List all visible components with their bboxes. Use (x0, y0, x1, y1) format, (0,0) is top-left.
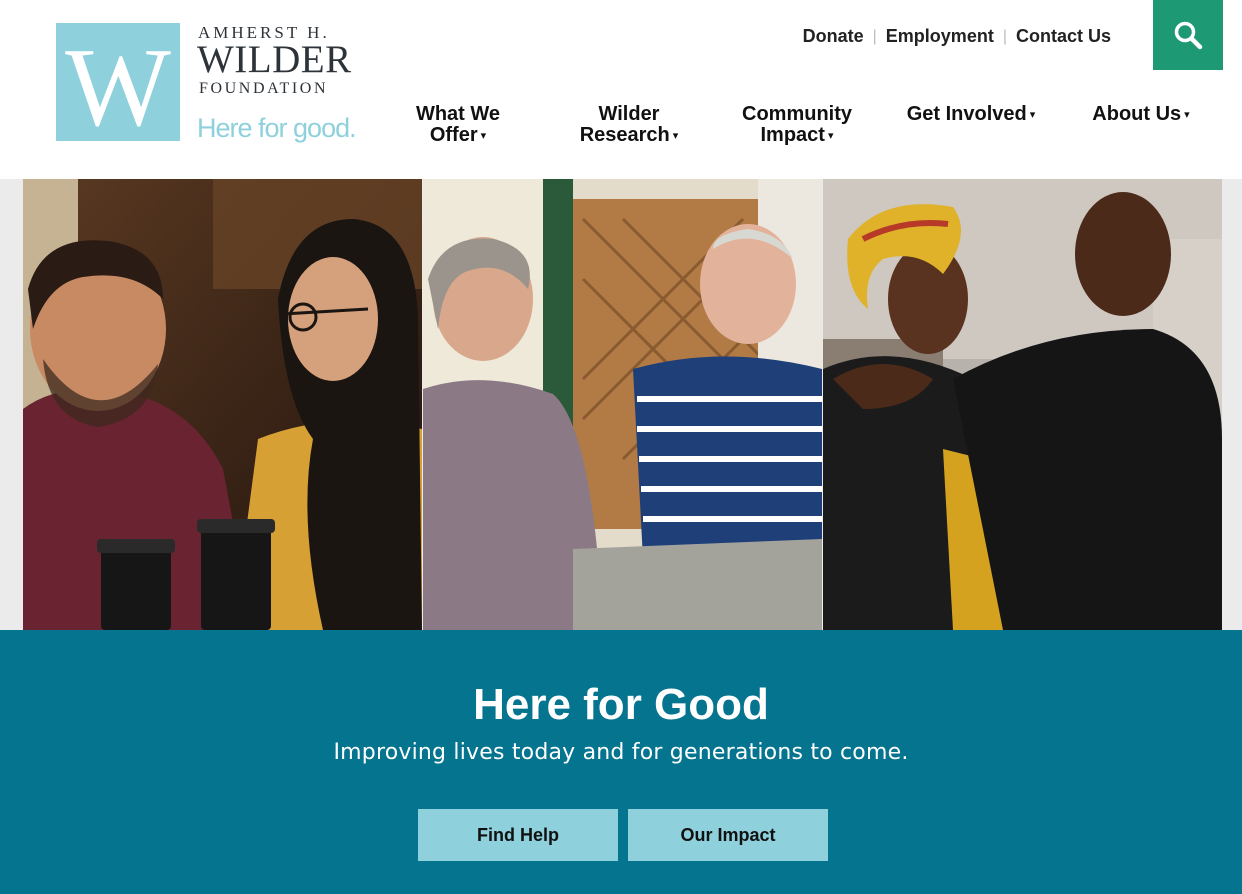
nav-label: Get Involved (906, 103, 1027, 125)
nav-community-impact[interactable]: Community Impact ▾ (733, 104, 861, 147)
nav-about-us[interactable]: About Us ▾ (1083, 104, 1199, 126)
hero-banner: Here for Good Improving lives today and … (0, 630, 1242, 894)
chevron-down-icon: ▾ (827, 130, 834, 142)
svg-text:W: W (65, 26, 171, 141)
photo-couple-embrace (823, 179, 1222, 630)
nav-label: Research (579, 124, 670, 146)
site-header: W AMHERST H. WILDER FOUNDATION Here for … (0, 0, 1242, 179)
nav-what-we-offer[interactable]: What We Offer ▾ (406, 104, 510, 147)
contact-us-link[interactable]: Contact Us (1016, 26, 1111, 47)
logo-line-wilder: WILDER (197, 38, 352, 81)
chevron-down-icon: ▾ (480, 130, 487, 142)
utility-separator: | (1002, 27, 1007, 45)
w-monogram-icon: W (65, 26, 171, 141)
logo-tagline: Here for good. (197, 113, 357, 143)
search-button[interactable] (1153, 0, 1223, 70)
logo-line-foundation: FOUNDATION (199, 80, 329, 97)
find-help-button[interactable]: Find Help (418, 809, 618, 861)
employment-link[interactable]: Employment (886, 26, 994, 47)
utility-separator: | (872, 27, 877, 45)
donate-link[interactable]: Donate (803, 26, 864, 47)
search-icon (1174, 21, 1203, 50)
photo-friends-cafe (23, 179, 422, 630)
banner-subtitle: Improving lives today and for generation… (333, 740, 909, 765)
chevron-down-icon: ▾ (672, 130, 679, 142)
nav-label: Impact (760, 124, 825, 146)
nav-label: Offer (429, 124, 478, 146)
nav-get-involved[interactable]: Get Involved ▾ (893, 104, 1049, 126)
banner-title: Here for Good (473, 680, 769, 729)
chevron-down-icon: ▾ (1029, 109, 1036, 121)
photo-elderly-couple (423, 179, 822, 630)
nav-label: What We (415, 103, 501, 125)
hero-photo-strip (0, 179, 1242, 630)
nav-label: About Us (1092, 103, 1182, 125)
nav-wilder-research[interactable]: Wilder Research ▾ (570, 104, 688, 147)
logo-mark: W (56, 23, 180, 141)
chevron-down-icon: ▾ (1184, 109, 1190, 121)
nav-label: Community (742, 103, 852, 125)
nav-label: Wilder (598, 103, 660, 125)
utility-nav: Donate | Employment | Contact Us (803, 26, 1111, 47)
our-impact-button[interactable]: Our Impact (628, 809, 828, 861)
site-logo[interactable]: W AMHERST H. WILDER FOUNDATION Here for … (56, 23, 366, 148)
